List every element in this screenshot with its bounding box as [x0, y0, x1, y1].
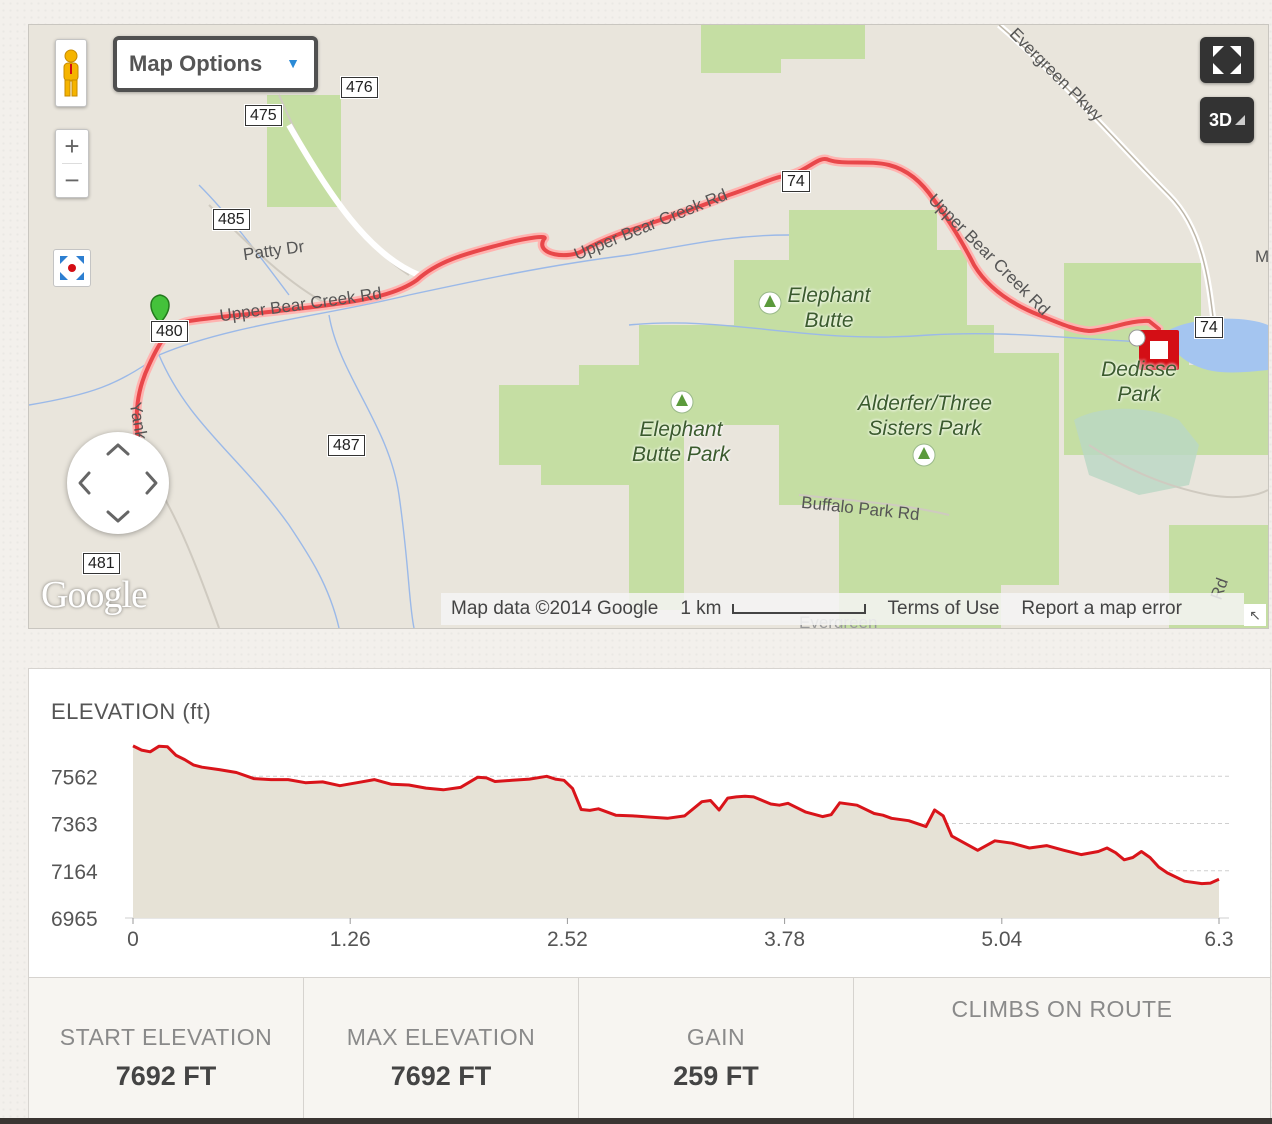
zoom-out-button[interactable]: −	[56, 164, 88, 197]
road-shield-485: 485	[213, 209, 250, 230]
zoom-in-button[interactable]: +	[56, 130, 88, 163]
park-tree-icon	[670, 390, 694, 414]
map-data-attribution: Map data ©2014 Google	[451, 598, 659, 619]
park-label-elephant-butte: Elephant Butte	[787, 284, 871, 332]
road-shield-475: 475	[245, 105, 282, 126]
road-shield-476: 476	[341, 77, 378, 98]
3d-view-button[interactable]: 3D	[1200, 97, 1254, 143]
map-options-label: Map Options	[129, 51, 263, 76]
elevation-chart[interactable]: 7562 7363 7164 6965 0 1.26 2.52 3.78 5.04 6.3	[29, 669, 1270, 977]
park-label-elephant-butte-park: Elephant Butte Park	[631, 418, 731, 466]
road-shield-487: 487	[328, 435, 365, 456]
street-label-m: M	[1255, 247, 1269, 266]
dedisse-marker-icon	[1128, 329, 1146, 347]
y-tick-label: 6965	[51, 908, 98, 931]
road-shield-481: 481	[83, 553, 120, 574]
climbs-on-route-stat: CLIMBS ON ROUTE	[854, 978, 1270, 1123]
3d-corner-icon	[1235, 115, 1245, 125]
x-tick-label: 6.3	[1204, 928, 1233, 951]
pan-arrows-icon	[78, 443, 158, 523]
park-tree-icon	[912, 443, 936, 467]
stat-label: START ELEVATION	[59, 1024, 273, 1050]
x-tick-label: 2.52	[547, 928, 588, 951]
zoom-control: + −	[55, 129, 89, 198]
stat-label: MAX ELEVATION	[346, 1024, 536, 1050]
max-elevation-stat: MAX ELEVATION 7692 FT	[304, 978, 579, 1123]
elevation-area	[133, 745, 1219, 918]
stat-value: 7692 FT	[390, 1061, 492, 1091]
park-label-dedisse: Dedisse Park	[1101, 358, 1177, 406]
y-tick-label: 7562	[51, 766, 98, 789]
road-shield-480: 480	[151, 321, 188, 342]
pan-control[interactable]	[67, 432, 169, 534]
elevation-panel: ELEVATION (ft) 7562 7363 7164 6965 0 1.26 2.52…	[28, 668, 1271, 978]
page-bottom-strip	[0, 1118, 1272, 1124]
road-shield-74-east: 74	[1195, 317, 1223, 338]
route-stats: START ELEVATION 7692 FT MAX ELEVATION 76…	[28, 977, 1271, 1124]
route-map[interactable]: 476 475 485 480 487 481 74 74 Patty Dr U…	[28, 24, 1269, 629]
3d-label: 3D	[1208, 109, 1232, 130]
x-tick-label: 3.78	[764, 928, 805, 951]
x-tick-label: 1.26	[330, 928, 371, 951]
google-logo: Google	[41, 574, 148, 616]
expand-corner-icon[interactable]: ↖	[1244, 604, 1266, 626]
terms-of-use-link[interactable]: Terms of Use	[888, 598, 1000, 620]
x-tick-label: 0	[127, 928, 139, 951]
street-view-pegman-icon[interactable]	[55, 39, 87, 107]
stat-value: 7692 FT	[115, 1061, 217, 1091]
fit-route-button[interactable]	[53, 249, 91, 287]
start-elevation-stat: START ELEVATION 7692 FT	[29, 978, 304, 1123]
stat-label: CLIMBS ON ROUTE	[951, 996, 1173, 1022]
map-scale: 1 km	[680, 598, 866, 620]
y-tick-label: 7363	[51, 814, 98, 837]
x-tick-label: 5.04	[981, 928, 1022, 951]
gain-stat: GAIN 259 FT	[579, 978, 854, 1123]
y-tick-label: 7164	[51, 861, 98, 884]
chevron-down-icon: ▼	[286, 55, 300, 71]
fullscreen-icon	[1213, 46, 1241, 74]
stat-value: 259 FT	[673, 1061, 759, 1091]
stat-label: GAIN	[686, 1024, 746, 1050]
scale-bar	[731, 603, 866, 614]
map-footer: Map data ©2014 Google 1 km Terms of Use …	[441, 593, 1244, 625]
fullscreen-button[interactable]	[1200, 37, 1254, 83]
road-shield-74: 74	[782, 171, 810, 192]
map-options-dropdown[interactable]: Map Options ▼	[113, 36, 318, 92]
fit-route-icon	[60, 256, 84, 280]
report-map-error-link[interactable]: Report a map error	[1021, 598, 1182, 620]
park-label-alderfer: Alderfer/Three Sisters Park	[857, 392, 993, 440]
lake-shore	[1074, 408, 1199, 495]
